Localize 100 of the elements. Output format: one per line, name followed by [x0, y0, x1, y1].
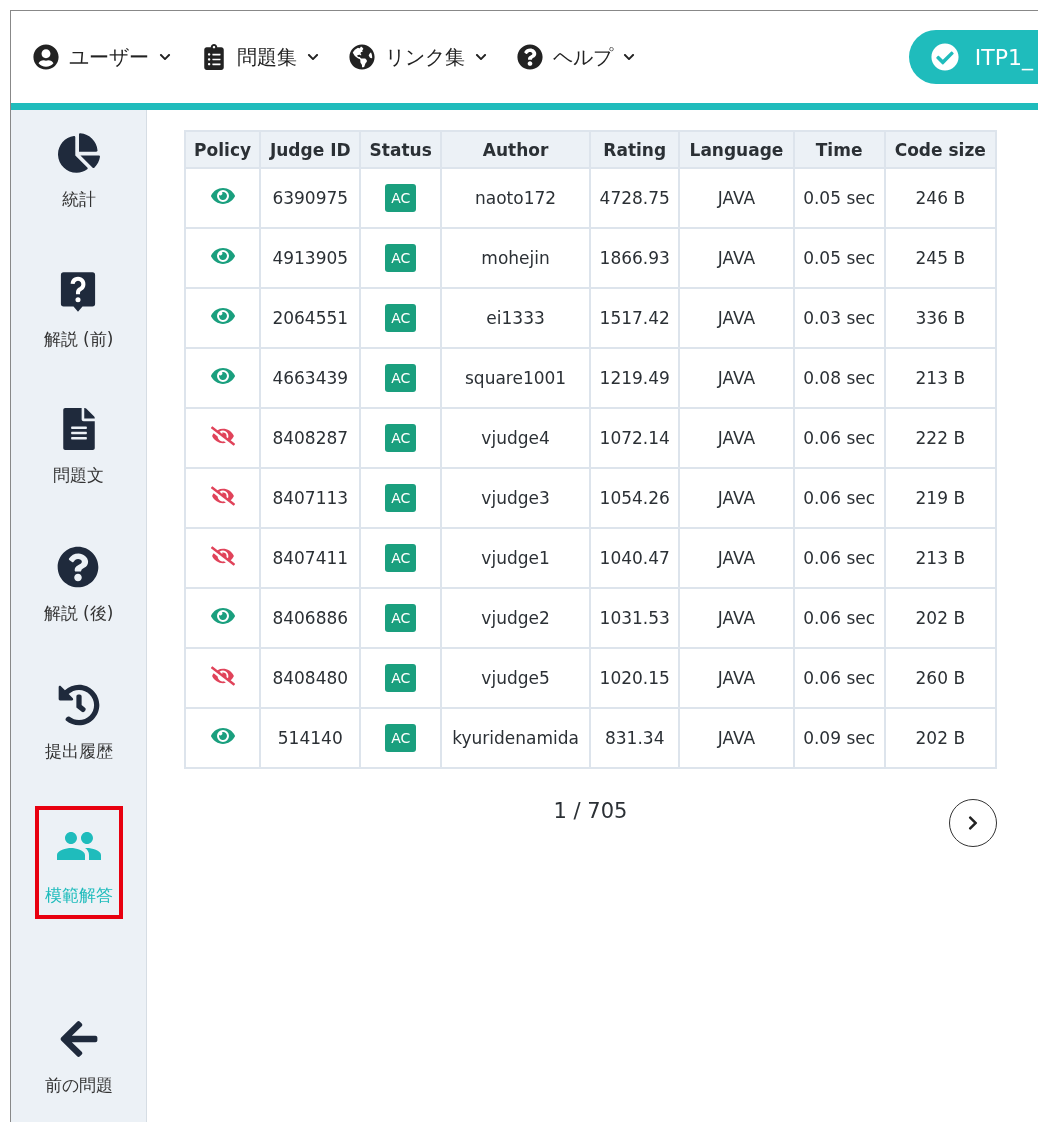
table-cell: JAVA [679, 288, 794, 348]
table-cell: 4728.75 [590, 168, 680, 228]
status-badge: AC [385, 604, 417, 632]
status-badge: AC [385, 184, 417, 212]
table-cell: JAVA [679, 228, 794, 288]
status-badge: AC [385, 364, 417, 392]
column-header: Rating [590, 131, 680, 168]
table-cell[interactable]: 2064551 [260, 288, 361, 348]
status-badge: AC [385, 244, 417, 272]
table-cell: 245 B [884, 228, 996, 288]
table-cell: 1031.53 [590, 588, 680, 648]
table-cell: 213 B [884, 528, 996, 588]
table-cell: 0.06 sec [793, 648, 885, 708]
chevron-down-icon [307, 51, 319, 63]
status-badge: AC [385, 304, 417, 332]
table-cell: JAVA [679, 408, 794, 468]
table-cell: JAVA [679, 168, 794, 228]
nav-menu[interactable]: リンク集 [349, 43, 487, 71]
question-box-icon [60, 270, 97, 314]
table-cell[interactable]: 8407113 [260, 468, 361, 528]
table-cell[interactable]: 4663439 [260, 348, 361, 408]
status-badge: AC [385, 424, 417, 452]
table-cell[interactable]: vjudge4 [441, 408, 591, 468]
table-cell: JAVA [679, 468, 794, 528]
status-badge: AC [385, 664, 417, 692]
table-cell: 831.34 [590, 708, 680, 768]
table-cell: JAVA [679, 648, 794, 708]
table-cell: JAVA [679, 588, 794, 648]
table-cell: 1866.93 [590, 228, 680, 288]
nav-menu[interactable]: ヘルプ [517, 43, 635, 71]
sidebar-item[interactable]: 提出履歴 [34, 668, 123, 775]
chevron-down-icon [623, 51, 635, 63]
column-header: Code size [884, 131, 996, 168]
sidebar-item[interactable]: 解説 (前) [33, 254, 124, 363]
help-icon [517, 44, 543, 70]
table-cell: 222 B [884, 408, 996, 468]
table-cell[interactable]: mohejin [441, 228, 591, 288]
status-badge: AC [385, 484, 417, 512]
table-cell: 1072.14 [590, 408, 680, 468]
table-cell: JAVA [679, 348, 794, 408]
table-cell: 0.06 sec [793, 468, 885, 528]
status-badge: AC [385, 724, 417, 752]
table-cell[interactable]: 514140 [260, 708, 361, 768]
table-cell[interactable]: 8408480 [260, 648, 361, 708]
sidebar-item[interactable]: 問題文 [43, 392, 114, 499]
table-cell[interactable]: 8406886 [260, 588, 361, 648]
table-cell[interactable]: 8407411 [260, 528, 361, 588]
table-cell: 202 B [884, 708, 996, 768]
table-cell: 1020.15 [590, 648, 680, 708]
table-cell: 0.06 sec [793, 588, 885, 648]
status-badge: AC [385, 544, 417, 572]
table-cell: 0.05 sec [793, 228, 885, 288]
sidebar-item[interactable]: 解説 (後) [33, 530, 124, 637]
table-cell: 260 B [884, 648, 996, 708]
table-cell: JAVA [679, 528, 794, 588]
nav-menu[interactable]: ユーザー [33, 43, 171, 71]
column-header: Language [679, 131, 794, 168]
chevron-down-icon [159, 51, 171, 63]
table-cell[interactable]: ei1333 [441, 288, 591, 348]
column-header: Time [793, 131, 885, 168]
table-cell: 1517.42 [590, 288, 680, 348]
table-cell[interactable]: vjudge1 [441, 528, 591, 588]
column-header: Policy [185, 131, 261, 168]
table-cell[interactable]: 8408287 [260, 408, 361, 468]
nav-menu[interactable]: 問題集 [201, 43, 319, 71]
table-cell[interactable]: vjudge5 [441, 648, 591, 708]
chevron-down-icon [475, 51, 487, 63]
page-indicator: 1 / 705 [553, 799, 628, 823]
table-cell: 0.08 sec [793, 348, 885, 408]
next-page-button[interactable] [949, 799, 997, 847]
sidebar-item[interactable]: 前の問題 [34, 1002, 123, 1109]
user-icon [33, 44, 59, 70]
table-cell[interactable]: vjudge3 [441, 468, 591, 528]
table-cell: 213 B [884, 348, 996, 408]
table-cell: 1054.26 [590, 468, 680, 528]
column-header: Author [441, 131, 591, 168]
table-cell: 246 B [884, 168, 996, 228]
column-header: Status [360, 131, 442, 168]
pie-chart-icon [57, 132, 100, 174]
sidebar-item[interactable]: 統計 [47, 116, 110, 223]
column-header: Judge ID [260, 131, 361, 168]
table-cell: JAVA [679, 708, 794, 768]
table-cell: 1040.47 [590, 528, 680, 588]
table-cell: 0.09 sec [793, 708, 885, 768]
table-cell[interactable]: vjudge2 [441, 588, 591, 648]
table-cell: 0.06 sec [793, 408, 885, 468]
table-cell[interactable]: kyuridenamida [441, 708, 591, 768]
table-cell: 0.03 sec [793, 288, 885, 348]
table-cell[interactable]: naoto172 [441, 168, 591, 228]
table-cell[interactable]: 6390975 [260, 168, 361, 228]
table-cell: 336 B [884, 288, 996, 348]
clipboard-icon [201, 44, 227, 70]
globe-icon [349, 44, 375, 70]
table-cell: 0.05 sec [793, 168, 885, 228]
table-cell: 0.06 sec [793, 528, 885, 588]
table-cell[interactable]: square1001 [441, 348, 591, 408]
table-cell: 1219.49 [590, 348, 680, 408]
table-cell: 219 B [884, 468, 996, 528]
table-cell: 202 B [884, 588, 996, 648]
table-cell[interactable]: 4913905 [260, 228, 361, 288]
